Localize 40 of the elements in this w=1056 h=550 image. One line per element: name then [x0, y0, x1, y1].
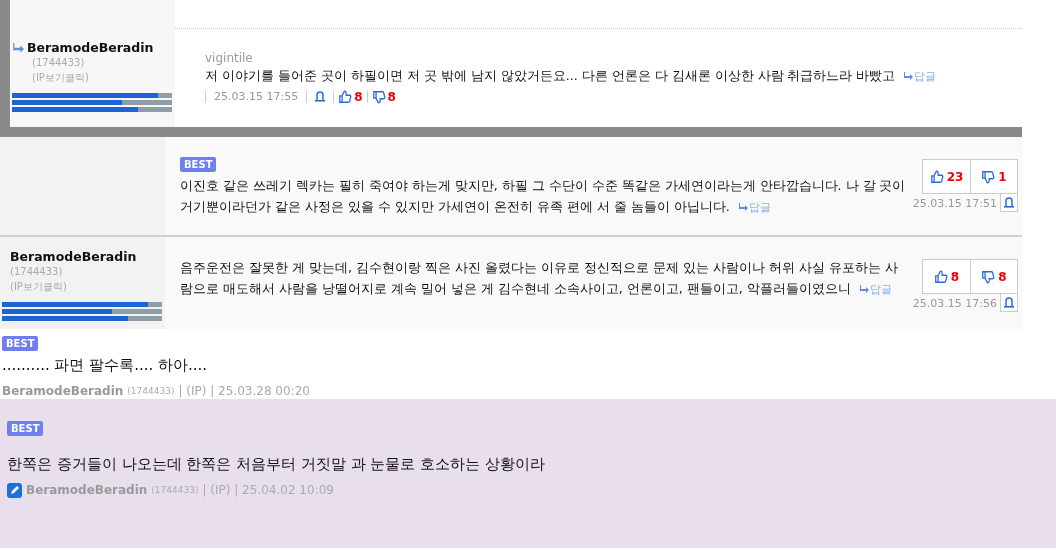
comment-time: 25.03.15 17:56	[912, 296, 997, 310]
bell-icon	[1004, 297, 1014, 308]
reply-link[interactable]: 답글	[903, 65, 937, 87]
downvote-button[interactable]: 8	[371, 89, 396, 104]
member-id: (1744433)	[10, 265, 64, 279]
thumbs-down-icon	[981, 269, 996, 284]
comment-meta: | (IP) | 25.03.28 00:20	[178, 384, 310, 398]
author-name[interactable]: BeramodeBeradin	[27, 40, 154, 55]
member-id: (1744433)	[127, 386, 175, 396]
thumbs-up-icon	[933, 269, 948, 284]
reply-arrow-icon	[12, 42, 24, 53]
comment-text: 음주운전은 잘못한 게 맞는데, 김수현이랑 찍은 사진 올렸다는 이유로 정신적으로 문제 있는 사람이나 허위 사실 유포하는 사람으로 매도해서 사람을 낭떨어지로 계속 밀어 넣은 게 김수현네 소속사이고, 언론이고, 팬들이고, 악플러들이였으니 답글	[180, 257, 908, 300]
thumbs-down-icon	[371, 89, 386, 104]
best-badge: BEST	[180, 157, 217, 172]
reply-arrow-icon	[858, 285, 869, 293]
bell-icon	[1004, 197, 1014, 208]
author-name[interactable]: BeramodeBeradin	[10, 249, 137, 264]
report-button[interactable]	[315, 91, 326, 102]
comment-text: .......... 파면 팔수록.... 하아....	[2, 356, 208, 375]
reply-arrow-icon	[903, 72, 914, 80]
author-name[interactable]: BeramodeBeradin	[2, 384, 124, 398]
reply-arrow-icon	[737, 203, 748, 211]
nickname: vigintile	[205, 51, 254, 65]
thumbs-up-icon	[929, 169, 944, 184]
bell-icon	[315, 91, 326, 102]
best-badge: BEST	[2, 336, 39, 351]
best-badge: BEST	[7, 421, 44, 436]
member-id: (1744433)	[32, 56, 86, 70]
report-button[interactable]	[1000, 194, 1018, 212]
member-id: (1744433)	[151, 485, 199, 495]
thumbs-down-icon	[981, 169, 996, 184]
comment-text: 한쪽은 증거들이 나오는데 한쪽은 처음부터 거짓말 과 눈물로 호소하는 상황이라	[7, 455, 545, 474]
comment-text: 이진호 같은 쓰레기 렉카는 필히 죽여야 하는게 맞지만, 하필 그 수단이 수준 똑같은 가세연이라는게 안타깝습니다. 나 갈 곳이 거기뿐이라던가 같은 사정은 있을 수 있지만 가세연이 온전히 유족 편에 서 줄 놈들이 아닙니다. 답글	[180, 175, 908, 218]
comment-meta: | (IP) | 25.04.02 10:09	[202, 483, 334, 497]
upvote-button[interactable]: 8	[338, 89, 363, 104]
thumbs-up-icon	[338, 89, 353, 104]
report-button[interactable]	[1000, 294, 1018, 312]
comment-text: 저 이야기를 들어준 곳이 하필이면 저 곳 밖에 남지 않았거든요... 다른 언론은 다 김새론 이상한 사람 취급하느라 바빴고 답글	[205, 65, 1022, 87]
comment-time: 25.03.15 17:55	[214, 90, 299, 103]
comment-time: 25.03.15 17:51	[912, 196, 997, 210]
